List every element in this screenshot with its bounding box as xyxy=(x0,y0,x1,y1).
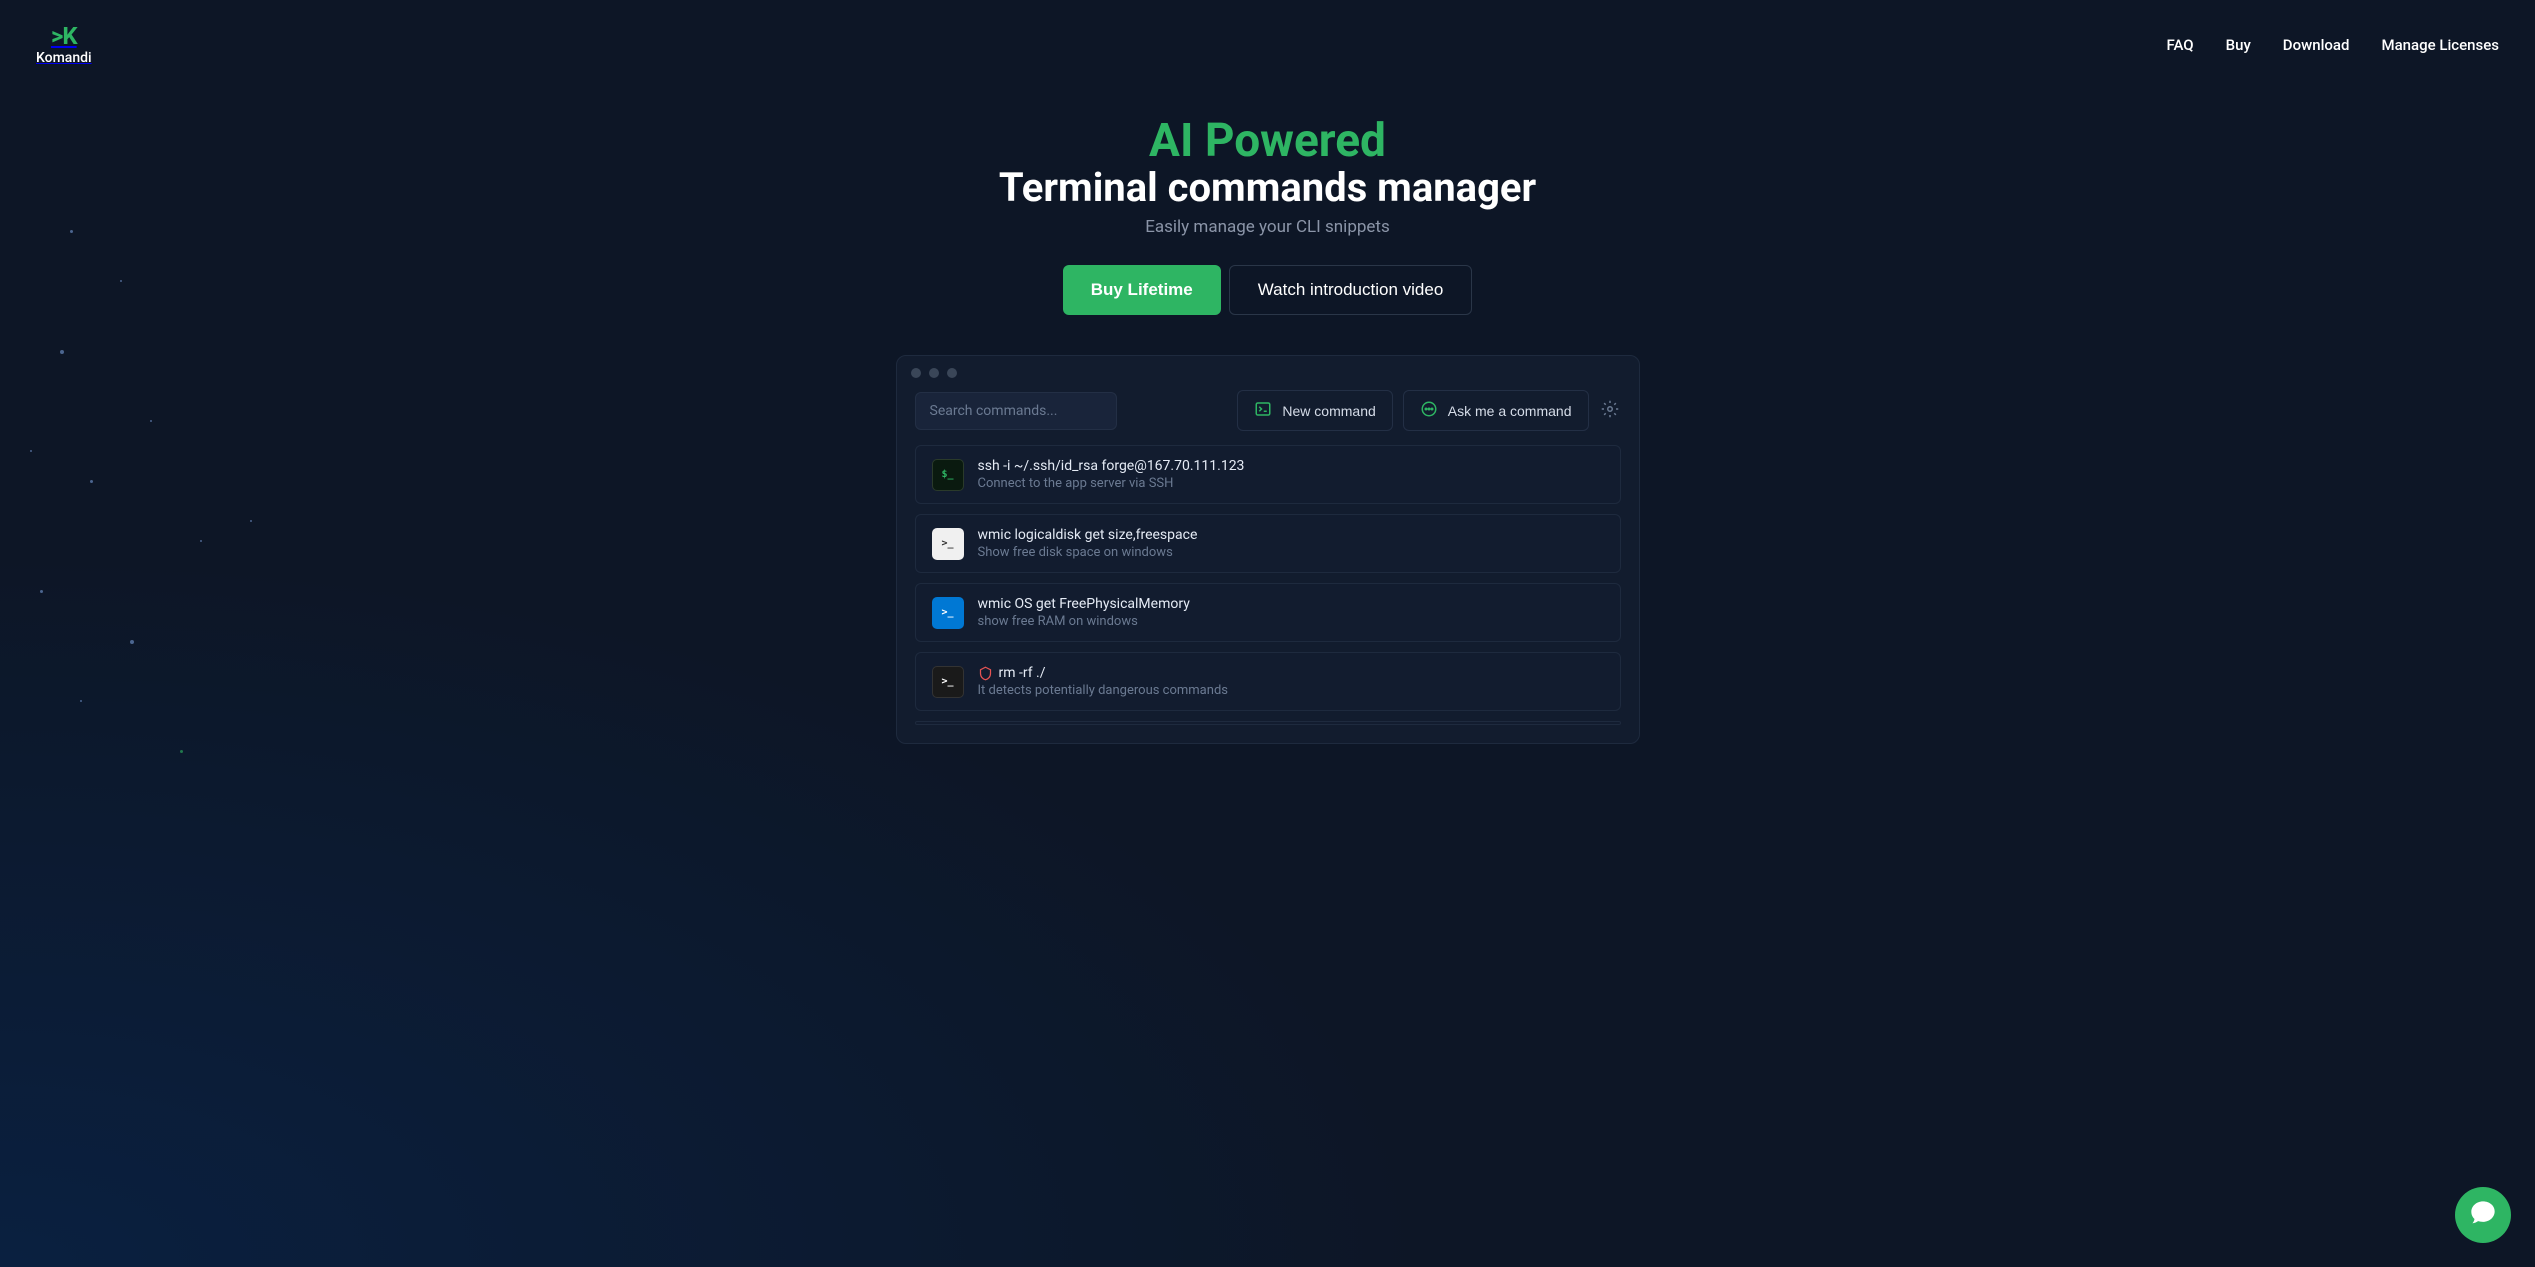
logo-text: Komandi xyxy=(36,50,92,66)
app-preview-window: Search commands... New command Ask me a … xyxy=(896,355,1640,744)
command-item[interactable]: >_ wmic OS get FreePhysicalMemory show f… xyxy=(915,583,1621,642)
buy-lifetime-button[interactable]: Buy Lifetime xyxy=(1063,265,1221,315)
watch-video-button[interactable]: Watch introduction video xyxy=(1229,265,1473,315)
logo[interactable]: >K Komandi xyxy=(36,24,92,66)
hero-title-accent: AI Powered xyxy=(0,114,2535,168)
logo-mark: >K xyxy=(51,24,77,48)
window-dot-max xyxy=(947,368,957,378)
hero-subtitle: Easily manage your CLI snippets xyxy=(0,217,2535,237)
gear-icon xyxy=(1601,400,1619,422)
terminal-dark-icon: >_ xyxy=(932,666,964,698)
terminal-windows-icon: >_ xyxy=(932,528,964,560)
chat-icon xyxy=(1420,400,1438,421)
ask-command-button[interactable]: Ask me a command xyxy=(1403,390,1589,431)
command-title: ssh -i ~/.ssh/id_rsa forge@167.70.111.12… xyxy=(978,458,1604,474)
chat-fab-button[interactable] xyxy=(2455,1187,2511,1243)
window-dot-min xyxy=(929,368,939,378)
window-dot-close xyxy=(911,368,921,378)
command-desc: show free RAM on windows xyxy=(978,614,1604,629)
command-desc: It detects potentially dangerous command… xyxy=(978,683,1604,698)
nav-manage-licenses[interactable]: Manage Licenses xyxy=(2381,36,2499,54)
hero-title: AI Powered Terminal commands manager xyxy=(0,114,2535,211)
command-desc: Show free disk space on windows xyxy=(978,545,1604,560)
settings-button[interactable] xyxy=(1599,400,1621,422)
nav-buy[interactable]: Buy xyxy=(2226,36,2251,54)
terminal-green-icon: $_ xyxy=(932,459,964,491)
hero-title-main: Terminal commands manager xyxy=(0,164,2535,211)
search-input[interactable]: Search commands... xyxy=(915,392,1117,430)
window-controls xyxy=(897,356,1639,390)
command-list: $_ ssh -i ~/.ssh/id_rsa forge@167.70.111… xyxy=(897,445,1639,743)
command-title: wmic logicaldisk get size,freespace xyxy=(978,527,1604,543)
terminal-icon xyxy=(1254,400,1272,421)
nav-faq[interactable]: FAQ xyxy=(2166,36,2193,54)
chat-bubble-icon xyxy=(2469,1199,2497,1231)
ask-command-label: Ask me a command xyxy=(1448,403,1572,419)
shield-warning-icon xyxy=(978,666,993,681)
app-toolbar: Search commands... New command Ask me a … xyxy=(897,390,1639,445)
new-command-button[interactable]: New command xyxy=(1237,390,1392,431)
command-item[interactable]: >_ wmic logicaldisk get size,freespace S… xyxy=(915,514,1621,573)
hero-actions: Buy Lifetime Watch introduction video xyxy=(0,265,2535,315)
hero-section: AI Powered Terminal commands manager Eas… xyxy=(0,114,2535,315)
command-title: rm -rf ./ xyxy=(978,665,1604,681)
command-title: wmic OS get FreePhysicalMemory xyxy=(978,596,1604,612)
command-desc: Connect to the app server via SSH xyxy=(978,476,1604,491)
nav-download[interactable]: Download xyxy=(2283,36,2350,54)
command-item-partial[interactable] xyxy=(915,721,1621,725)
new-command-label: New command xyxy=(1282,403,1375,419)
site-header: >K Komandi FAQ Buy Download Manage Licen… xyxy=(0,0,2535,90)
command-item[interactable]: $_ ssh -i ~/.ssh/id_rsa forge@167.70.111… xyxy=(915,445,1621,504)
main-nav: FAQ Buy Download Manage Licenses xyxy=(2166,36,2499,54)
terminal-powershell-icon: >_ xyxy=(932,597,964,629)
command-item[interactable]: >_ rm -rf ./ It detects potentially dang… xyxy=(915,652,1621,711)
